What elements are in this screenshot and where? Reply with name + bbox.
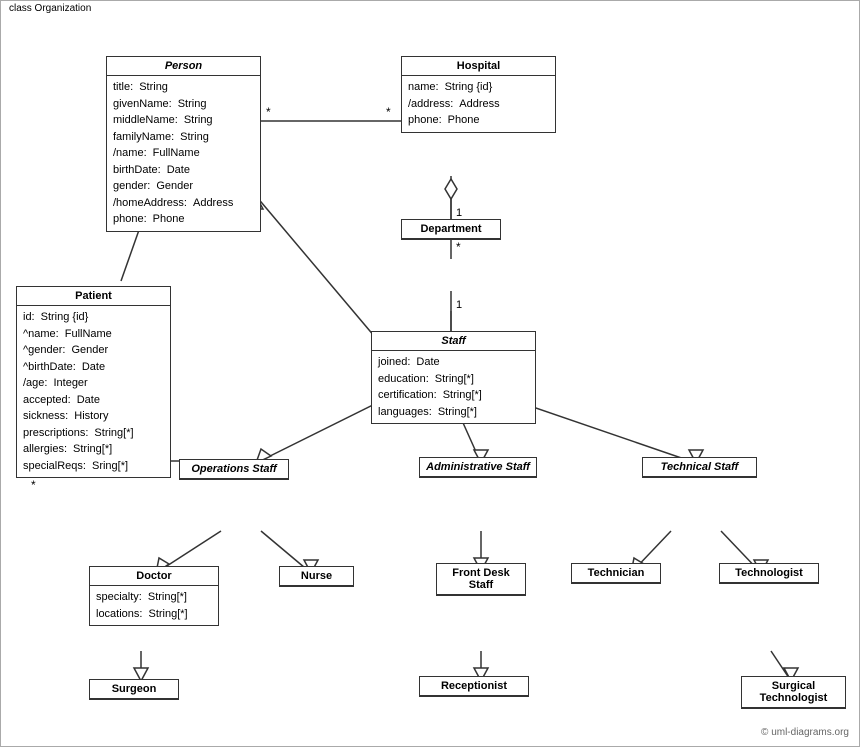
class-operations-staff: Operations Staff (179, 459, 289, 480)
class-surgeon-title: Surgeon (90, 680, 178, 699)
class-technologist-title: Technologist (720, 564, 818, 583)
class-technician-title: Technician (572, 564, 660, 583)
class-person-title: Person (107, 57, 260, 76)
class-hospital: Hospital name:String {id} /address:Addre… (401, 56, 556, 133)
class-surgical-technologist-title: Surgical Technologist (742, 677, 845, 708)
class-nurse: Nurse (279, 566, 354, 587)
class-receptionist: Receptionist (419, 676, 529, 697)
class-patient-attrs: id:String {id} ^name:FullName ^gender:Ge… (17, 306, 170, 477)
class-technical-staff: Technical Staff (642, 457, 757, 478)
class-nurse-title: Nurse (280, 567, 353, 586)
class-person-attrs: title:String givenName:String middleName… (107, 76, 260, 231)
class-person: Person title:String givenName:String mid… (106, 56, 261, 232)
class-patient-title: Patient (17, 287, 170, 306)
class-hospital-attrs: name:String {id} /address:Address phone:… (402, 76, 555, 132)
class-hospital-title: Hospital (402, 57, 555, 76)
svg-text:1: 1 (456, 207, 462, 219)
class-doctor: Doctor specialty:String[*] locations:Str… (89, 566, 219, 626)
class-front-desk-staff-title: Front Desk Staff (437, 564, 525, 595)
class-administrative-staff-title: Administrative Staff (420, 458, 536, 477)
class-staff: Staff joined:Date education:String[*] ce… (371, 331, 536, 424)
class-staff-attrs: joined:Date education:String[*] certific… (372, 351, 535, 423)
svg-text:*: * (386, 105, 391, 119)
class-department-title: Department (402, 220, 500, 239)
svg-text:*: * (456, 240, 461, 254)
svg-text:*: * (266, 105, 271, 119)
class-doctor-attrs: specialty:String[*] locations:String[*] (90, 586, 218, 625)
class-department: Department (401, 219, 501, 240)
diagram-container: class Organization * * 1 * 1 * (0, 0, 860, 747)
class-technical-staff-title: Technical Staff (643, 458, 756, 477)
svg-text:*: * (31, 478, 36, 492)
class-surgical-technologist: Surgical Technologist (741, 676, 846, 709)
class-operations-staff-title: Operations Staff (180, 460, 288, 479)
class-patient: Patient id:String {id} ^name:FullName ^g… (16, 286, 171, 478)
class-receptionist-title: Receptionist (420, 677, 528, 696)
class-doctor-title: Doctor (90, 567, 218, 586)
class-staff-title: Staff (372, 332, 535, 351)
class-surgeon: Surgeon (89, 679, 179, 700)
svg-text:1: 1 (456, 299, 462, 311)
class-technician: Technician (571, 563, 661, 584)
class-administrative-staff: Administrative Staff (419, 457, 537, 478)
class-front-desk-staff: Front Desk Staff (436, 563, 526, 596)
copyright: © uml-diagrams.org (761, 727, 849, 738)
class-technologist: Technologist (719, 563, 819, 584)
